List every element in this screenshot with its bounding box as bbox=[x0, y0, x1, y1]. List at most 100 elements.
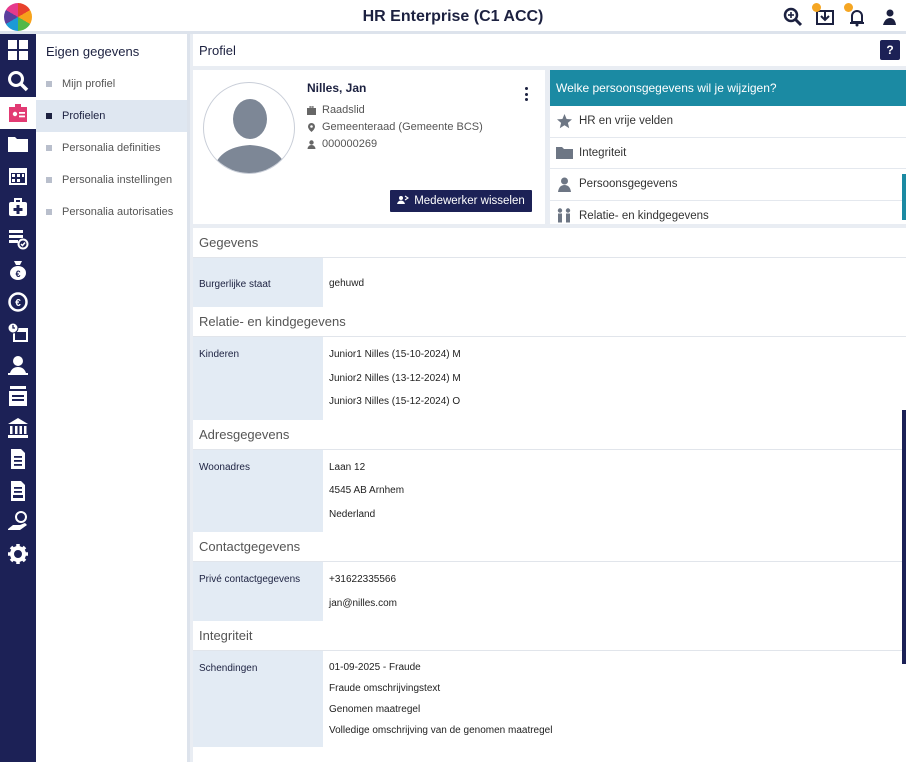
svg-text:€: € bbox=[15, 269, 20, 279]
star-icon bbox=[557, 113, 572, 128]
employee-name: Nilles, Jan bbox=[307, 81, 367, 95]
more-options-icon[interactable] bbox=[523, 87, 529, 101]
notification-badge bbox=[844, 3, 853, 12]
grid-icon[interactable] bbox=[0, 34, 36, 66]
money-bag-icon[interactable]: € bbox=[0, 255, 36, 287]
section-heading-gegevens: Gegevens bbox=[193, 228, 906, 258]
euro-cycle-icon[interactable]: € bbox=[0, 286, 36, 318]
clock-calendar-icon[interactable] bbox=[0, 318, 36, 350]
table-row-kinderen: Kinderen Junior1 Nilles (15-10-2024) M J… bbox=[193, 337, 906, 420]
folder-icon bbox=[556, 147, 573, 160]
row-label: Woonadres bbox=[193, 449, 323, 532]
bullet bbox=[46, 209, 52, 215]
help-button[interactable]: ? bbox=[880, 40, 900, 60]
subnav-item-personalia-definities[interactable]: Personalia definities bbox=[36, 132, 187, 164]
location-pin-icon bbox=[308, 122, 315, 132]
change-item-hr-vrije-velden[interactable]: HR en vrije velden bbox=[550, 106, 906, 138]
section-heading-adres: Adresgegevens bbox=[193, 419, 906, 450]
change-panel-heading: Welke persoonsgegevens wil je wijzigen? bbox=[550, 70, 906, 106]
document-list-icon[interactable] bbox=[0, 475, 36, 507]
row-value: 01-09-2025 - Fraude bbox=[329, 662, 421, 673]
row-value: Junior1 Nilles (15-10-2024) M bbox=[329, 349, 461, 361]
row-values: Junior1 Nilles (15-10-2024) M Junior2 Ni… bbox=[323, 337, 906, 420]
employee-number: 000000269 bbox=[322, 138, 378, 150]
user-presenter-icon[interactable] bbox=[0, 349, 36, 381]
row-value: Junior3 Nilles (15-12-2024) O bbox=[329, 396, 461, 408]
briefcase-icon bbox=[307, 105, 316, 115]
inbox-icon[interactable] bbox=[812, 3, 836, 28]
subnav-title: Eigen gegevens bbox=[46, 44, 140, 59]
search-zoom-icon[interactable] bbox=[782, 6, 804, 28]
page-header: Profiel ? bbox=[193, 34, 906, 66]
employee-department: Gemeenteraad (Gemeente BCS) bbox=[322, 121, 483, 133]
subnav-item-label: Mijn profiel bbox=[62, 78, 116, 90]
bullet bbox=[46, 177, 52, 183]
top-icons bbox=[782, 3, 900, 28]
person-icon bbox=[558, 177, 571, 192]
family-icon bbox=[557, 208, 571, 223]
subnav-item-personalia-autorisaties[interactable]: Personalia autorisaties bbox=[36, 196, 187, 228]
table-row-burgerlijke-staat: Burgerlijke staat gehuwd bbox=[193, 266, 906, 307]
bank-icon[interactable] bbox=[0, 412, 36, 444]
details-scrollbar[interactable] bbox=[902, 410, 906, 664]
contact-list-icon[interactable] bbox=[0, 381, 36, 413]
row-values: +31622335566 jan@nilles.com bbox=[323, 562, 906, 621]
user-icon[interactable] bbox=[878, 6, 900, 28]
row-label: Burgerlijke staat bbox=[193, 266, 323, 307]
id-badge-icon[interactable] bbox=[0, 97, 36, 129]
bullet bbox=[46, 81, 52, 87]
app-title: HR Enterprise (C1 ACC) bbox=[362, 8, 544, 25]
panel-scrollbar[interactable] bbox=[902, 174, 906, 220]
row-value: Genomen maatregel bbox=[329, 704, 421, 715]
employee-number-line: 000000269 bbox=[307, 138, 377, 150]
row-label: Privé contactgegevens bbox=[193, 562, 323, 621]
avatar bbox=[203, 82, 295, 174]
medical-kit-icon[interactable] bbox=[0, 192, 36, 224]
row-value: Junior2 Nilles (13-12-2024) M bbox=[329, 372, 461, 384]
hand-euro-icon[interactable] bbox=[0, 507, 36, 539]
change-item-label: Persoonsgegevens bbox=[579, 178, 678, 191]
department-line: Gemeenteraad (Gemeente BCS) bbox=[307, 121, 483, 133]
icon-rail: € € bbox=[0, 34, 36, 762]
person-icon bbox=[307, 139, 316, 149]
switch-employee-button[interactable]: Medewerker wisselen bbox=[390, 190, 532, 212]
folder-icon[interactable] bbox=[0, 129, 36, 161]
bullet bbox=[46, 145, 52, 151]
subnav-item-personalia-instellingen[interactable]: Personalia instellingen bbox=[36, 164, 187, 196]
document-icon[interactable] bbox=[0, 444, 36, 476]
section-heading-relatie: Relatie- en kindgegevens bbox=[193, 307, 906, 337]
row-value: jan@nilles.com bbox=[329, 597, 397, 609]
gear-icon[interactable] bbox=[0, 538, 36, 570]
row-values: 01-09-2025 - Fraude Fraude omschrijvings… bbox=[323, 651, 906, 747]
row-label: Kinderen bbox=[193, 337, 323, 420]
row-value: Fraude omschrijvingstext bbox=[329, 683, 441, 694]
row-values: Laan 12 4545 AB Arnhem Nederland bbox=[323, 450, 906, 533]
row-value: gehuwd bbox=[329, 278, 365, 290]
checklist-icon[interactable] bbox=[0, 223, 36, 255]
notification-badge bbox=[812, 3, 821, 12]
table-row-woonadres: Woonadres Laan 12 4545 AB Arnhem Nederla… bbox=[193, 449, 906, 533]
subnav-item-mijn-profiel[interactable]: Mijn profiel bbox=[36, 68, 187, 100]
subnav-item-label: Personalia definities bbox=[62, 142, 161, 154]
subnav-item-profielen[interactable]: Profielen bbox=[36, 100, 187, 132]
section-heading-contact: Contactgegevens bbox=[193, 532, 906, 562]
change-item-label: Relatie- en kindgegevens bbox=[579, 209, 709, 222]
bullet bbox=[46, 113, 52, 119]
section-heading-integriteit: Integriteit bbox=[193, 621, 906, 651]
bell-icon[interactable] bbox=[844, 3, 868, 28]
subnav-item-label: Personalia instellingen bbox=[62, 174, 173, 186]
row-value: +31622335566 bbox=[329, 574, 397, 586]
change-personal-data-panel: Welke persoonsgegevens wil je wijzigen? … bbox=[550, 70, 906, 232]
search-icon[interactable] bbox=[0, 66, 36, 98]
row-label bbox=[193, 258, 323, 266]
change-item-persoonsgegevens[interactable]: Persoonsgegevens bbox=[550, 169, 906, 201]
details-panel: Gegevens Burgerlijke staat gehuwd Relati… bbox=[193, 228, 906, 762]
calendar-icon[interactable] bbox=[0, 160, 36, 192]
subnav-item-label: Personalia autorisaties bbox=[62, 206, 174, 218]
switch-users-icon bbox=[397, 195, 410, 204]
table-row-schendingen: Schendingen 01-09-2025 - Fraude Fraude o… bbox=[193, 651, 906, 747]
svg-text:€: € bbox=[15, 298, 21, 309]
change-item-label: Integriteit bbox=[579, 146, 627, 159]
row-values: gehuwd bbox=[323, 266, 906, 307]
change-item-integriteit[interactable]: Integriteit bbox=[550, 138, 906, 169]
